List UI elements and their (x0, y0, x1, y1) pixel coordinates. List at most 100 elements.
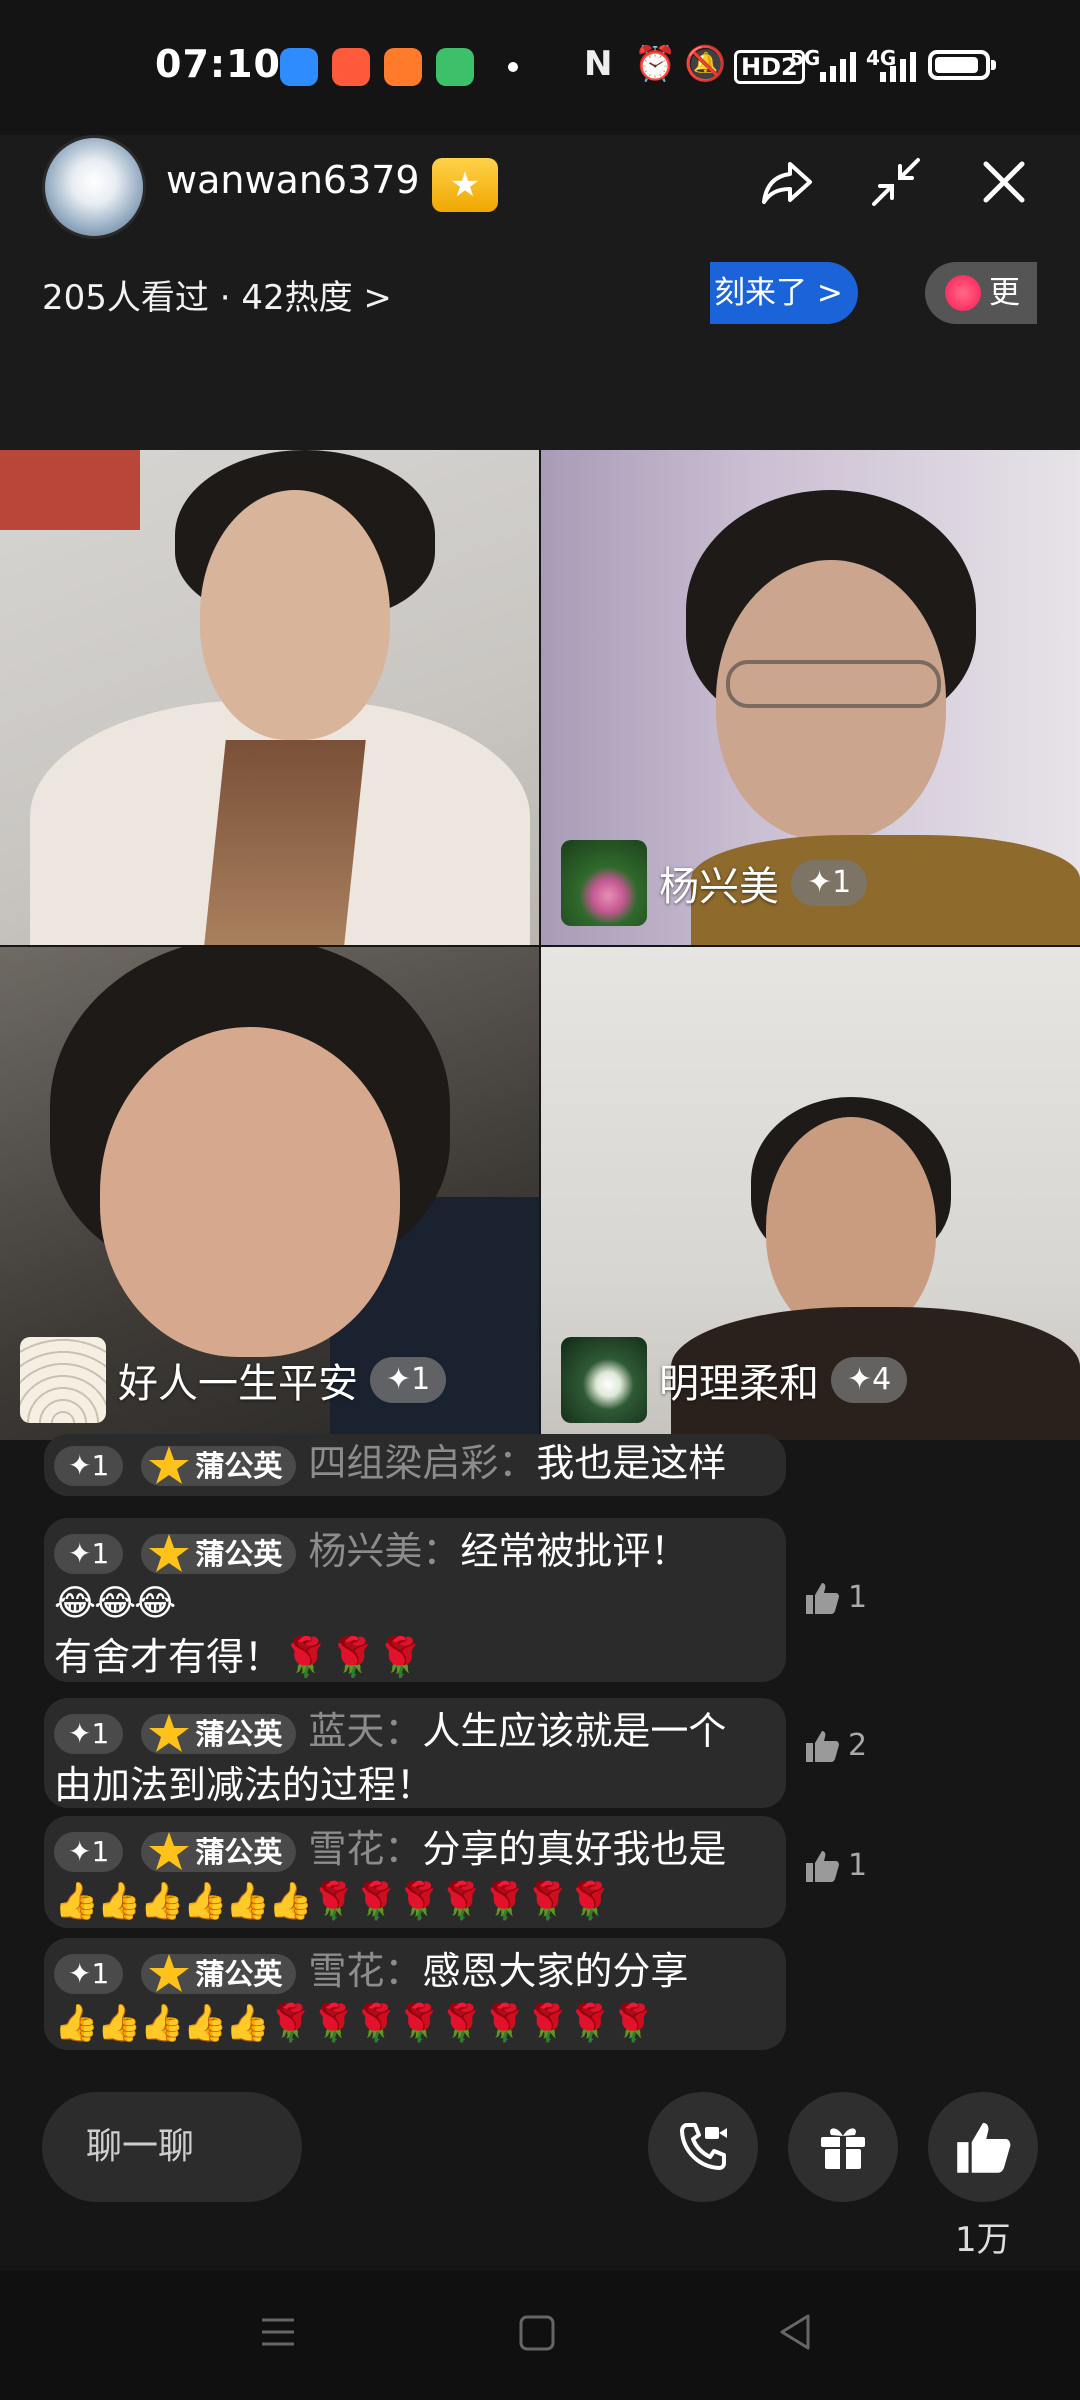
chat-input[interactable]: 聊一聊 (42, 2092, 302, 2202)
message-text-line: 由加法到减法的过程！ (54, 1763, 435, 1807)
battery-fill (935, 57, 978, 73)
view-stats[interactable]: 205人看过 · 42热度 > (42, 270, 392, 319)
flower-avatar-icon (561, 1337, 647, 1423)
group-level-pill: 蒲公英 (141, 1713, 297, 1754)
chat-message: ✦1 蒲公英 四组梁启彩：我也是这样 (44, 1434, 786, 1496)
sender-name[interactable]: 四组梁启彩： (308, 1441, 536, 1485)
level-star-icon (149, 1831, 190, 1870)
group-level-pill: 蒲公英 (141, 1533, 297, 1574)
participant-name: 明理柔和 (659, 1361, 819, 1407)
chat-message: ✦1 蒲公英 蓝天：人生应该就是一个 由加法到减法的过程！ (44, 1698, 786, 1808)
message-text-line: 有舍才有得！🌹🌹🌹 (54, 1635, 424, 1679)
level-star-icon (149, 1713, 190, 1752)
like-count: 1 (848, 1848, 868, 1883)
fan-plus-pill: ✦1 (54, 1831, 124, 1872)
4g-signal-icon (880, 52, 916, 82)
level-star-icon (149, 1953, 190, 1992)
host-username[interactable]: wanwan6379 (166, 158, 420, 202)
group-name: 蒲公英 (195, 1716, 283, 1751)
participant-name-tag: 杨兴美 ✦1 (561, 840, 868, 926)
group-level-pill: 蒲公英 (141, 1445, 297, 1486)
lotus-avatar-icon (561, 840, 647, 926)
chat-message: ✦1 蒲公英 杨兴美：经常被批评！ 😂😂😂 有舍才有得！🌹🌹🌹 (44, 1518, 786, 1682)
total-like-count: 1万 (955, 2220, 1011, 2260)
participant-badge: ✦4 (831, 1357, 908, 1403)
host-face (200, 490, 390, 740)
green-chat-app-icon (436, 48, 474, 86)
message-like[interactable]: 2 (804, 1728, 867, 1763)
notification-dot-icon (508, 62, 518, 72)
thumbs-up-icon (957, 2122, 1011, 2173)
wall-poster (0, 450, 140, 530)
fan-plus-pill: ✦1 (54, 1713, 124, 1754)
minimize-icon[interactable] (864, 150, 928, 214)
chat-message: ✦1 蒲公英 雪花：感恩大家的分享 👍👍👍👍👍🌹🌹🌹🌹🌹🌹🌹🌹🌹 (44, 1938, 786, 2050)
chart-avatar-icon (20, 1337, 106, 1423)
status-bar: 07:10 N ⏰ 🔕 HD2 5G 4G (0, 0, 1080, 135)
menu-nav-icon[interactable] (258, 2312, 298, 2352)
back-nav-icon[interactable] (776, 2312, 816, 2352)
share-icon[interactable] (756, 150, 820, 214)
nfc-icon: N (584, 44, 613, 84)
close-icon[interactable] (972, 150, 1036, 214)
like-count: 1 (848, 1580, 868, 1615)
message-text: 分享的真好我也是 (422, 1827, 727, 1871)
alarm-icon: ⏰ (634, 44, 677, 84)
group-name: 蒲公英 (195, 1834, 283, 1869)
home-nav-icon[interactable] (518, 2314, 556, 2352)
fan-plus-pill: ✦1 (54, 1953, 124, 1994)
chat-message: ✦1 蒲公英 雪花：分享的真好我也是 👍👍👍👍👍👍🌹🌹🌹🌹🌹🌹🌹 (44, 1816, 786, 1928)
thumbs-up-icon (806, 1850, 839, 1882)
video-tile-participant-3[interactable]: 好人一生平安 ✦1 (0, 947, 539, 1440)
message-like[interactable]: 1 (804, 1580, 867, 1615)
more-pill[interactable]: 更 (925, 262, 1037, 324)
like-count: 2 (848, 1728, 868, 1763)
message-emoji-line: 👍👍👍👍👍👍🌹🌹🌹🌹🌹🌹🌹 (54, 1881, 613, 1922)
sender-name[interactable]: 雪花： (308, 1827, 422, 1871)
group-name: 蒲公英 (195, 1448, 283, 1483)
battery-icon (928, 50, 996, 80)
group-level-pill: 蒲公英 (141, 1831, 297, 1872)
video-call-icon (680, 2123, 727, 2170)
participant-name: 好人一生平安 (118, 1361, 358, 1407)
bluebird-app-icon (280, 48, 318, 86)
gift-icon (821, 2128, 865, 2169)
participant-badge: ✦1 (791, 860, 868, 906)
thumbs-up-icon (806, 1582, 839, 1614)
group-name: 蒲公英 (195, 1956, 283, 1991)
group-name: 蒲公英 (195, 1536, 283, 1571)
message-emoji-line: 👍👍👍👍👍🌹🌹🌹🌹🌹🌹🌹🌹🌹 (54, 2003, 656, 2044)
promo-pill[interactable]: 刻来了 > (710, 262, 858, 324)
coffee-cup-icon (945, 275, 981, 311)
like-button[interactable] (928, 2092, 1038, 2202)
video-tile-participant-4[interactable]: 明理柔和 ✦4 (541, 947, 1080, 1440)
fan-plus-pill: ✦1 (54, 1445, 124, 1486)
message-like[interactable]: 1 (804, 1848, 867, 1883)
participant-badge: ✦1 (370, 1357, 447, 1403)
video-tile-participant-2[interactable]: 杨兴美 ✦1 (541, 450, 1080, 945)
participant-face (766, 1117, 936, 1337)
glasses (726, 660, 941, 708)
level-star-icon (149, 1533, 190, 1572)
orange-app-icon (384, 48, 422, 86)
fan-plus-pill: ✦1 (54, 1533, 124, 1574)
sender-name[interactable]: 雪花： (308, 1949, 422, 1993)
sender-name[interactable]: 蓝天： (308, 1709, 422, 1753)
participant-face (100, 1027, 400, 1357)
message-text: 人生应该就是一个 (422, 1709, 727, 1753)
group-level-pill: 蒲公英 (141, 1953, 297, 1994)
host-scarf (204, 740, 366, 945)
host-avatar[interactable] (42, 135, 146, 239)
gift-button[interactable] (788, 2092, 898, 2202)
message-text: 我也是这样 (536, 1441, 727, 1485)
status-time: 07:10 (155, 42, 281, 86)
video-call-button[interactable] (648, 2092, 758, 2202)
5g-signal-icon (820, 52, 856, 82)
message-emoji-line: 😂😂😂 (54, 1583, 176, 1624)
participant-name-tag: 明理柔和 ✦4 (561, 1337, 908, 1423)
message-text: 感恩大家的分享 (422, 1949, 689, 1993)
star-badge-icon: ★ (432, 158, 498, 212)
video-tile-host[interactable] (0, 450, 539, 945)
participant-name-tag: 好人一生平安 ✦1 (20, 1337, 447, 1423)
sender-name[interactable]: 杨兴美： (308, 1529, 460, 1573)
